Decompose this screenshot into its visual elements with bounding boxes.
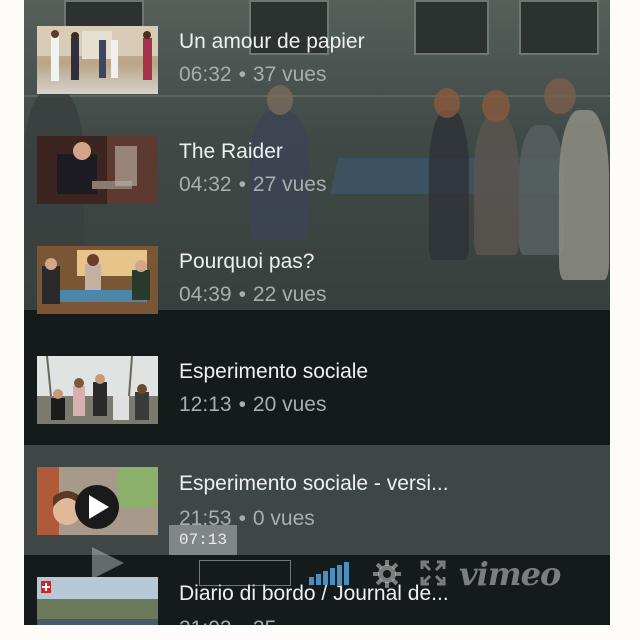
video-views: 22 vues — [252, 283, 327, 306]
play-button[interactable] — [88, 545, 128, 586]
player-controls: 07:13 vimeo — [24, 525, 610, 607]
video-duration: 06:32 — [179, 63, 232, 86]
video-thumbnail[interactable] — [37, 356, 158, 424]
video-thumbnail[interactable] — [37, 136, 158, 204]
video-thumbnail[interactable] — [37, 246, 158, 314]
video-title[interactable]: Un amour de papier — [179, 30, 599, 54]
vimeo-embed-screenshot: Un amour de papier 06:32 • 37 vues The R… — [0, 0, 640, 640]
fullscreen-button[interactable] — [420, 560, 446, 591]
video-title[interactable]: Esperimento sociale - versi... — [179, 472, 599, 496]
volume-control[interactable] — [309, 561, 355, 590]
thumbnail-table-scene — [37, 246, 158, 314]
thumbnail-people-hallway — [37, 26, 158, 81]
video-duration: 04:39 — [179, 283, 232, 306]
video-list-item[interactable]: Esperimento sociale 12:13 • 20 vues — [24, 330, 610, 440]
video-list-item[interactable]: Pourquoi pas? 04:39 • 22 vues — [24, 220, 610, 330]
meta-separator: • — [238, 283, 246, 306]
settings-button[interactable] — [372, 559, 402, 594]
video-meta: 04:32 • 27 vues — [179, 173, 326, 197]
video-title[interactable]: The Raider — [179, 140, 599, 164]
meta-separator: • — [238, 63, 246, 86]
settings-gear-icon — [373, 560, 401, 588]
video-duration: 04:32 — [179, 173, 232, 196]
meta-separator: • — [239, 617, 246, 625]
meta-separator: • — [238, 393, 246, 416]
video-list-item[interactable]: Un amour de papier 06:32 • 37 vues — [24, 0, 610, 110]
vimeo-logo[interactable]: vimeo — [459, 555, 561, 593]
thumbnail-group-outdoor — [37, 356, 158, 424]
video-duration: 12:13 — [179, 393, 232, 416]
current-time-indicator: 07:13 — [169, 525, 237, 555]
progress-bar[interactable] — [199, 560, 291, 586]
video-thumbnail[interactable] — [37, 26, 158, 94]
video-duration: 21:02 — [179, 617, 232, 625]
video-title[interactable]: Pourquoi pas? — [179, 250, 599, 274]
play-icon — [92, 547, 124, 579]
video-views: 37 vues — [252, 63, 327, 86]
video-views: 25 — [253, 617, 276, 625]
video-views: 20 vues — [252, 393, 327, 416]
fullscreen-icon — [420, 560, 446, 586]
video-views: 27 vues — [252, 173, 327, 196]
video-player[interactable]: Un amour de papier 06:32 • 37 vues The R… — [24, 0, 610, 625]
video-list-item[interactable]: The Raider 04:32 • 27 vues — [24, 110, 610, 220]
video-meta: 21:02 • 25 — [179, 617, 276, 625]
video-meta: 12:13 • 20 vues — [179, 393, 326, 417]
video-title[interactable]: Esperimento sociale — [179, 360, 599, 384]
thumbnail-raider-scene — [37, 136, 158, 204]
meta-separator: • — [238, 173, 246, 196]
volume-icon — [309, 562, 349, 585]
video-meta: 04:39 • 22 vues — [179, 283, 326, 307]
video-meta: 06:32 • 37 vues — [179, 63, 326, 87]
